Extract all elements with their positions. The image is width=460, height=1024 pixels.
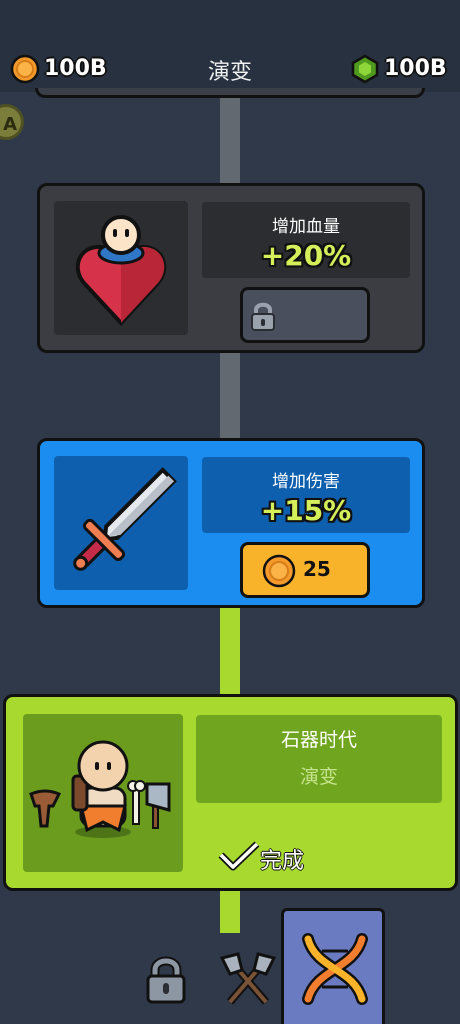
- upgrade-value: +15%: [260, 494, 352, 527]
- lock-icon: [251, 302, 275, 331]
- crossed-axes-icon: [219, 952, 277, 1005]
- locked-upgrade-button[interactable]: [240, 287, 370, 343]
- dna-icon: [302, 933, 368, 1005]
- upgrade-card-health: 增加血量 +20%: [37, 183, 425, 353]
- gem-balance: 100B: [384, 56, 447, 81]
- upgrade-info-box: 增加伤害 +15%: [202, 457, 410, 533]
- upgrade-icon-box: [54, 201, 188, 335]
- buy-upgrade-button[interactable]: 25: [240, 542, 370, 598]
- path-connector-green-2: [220, 888, 240, 933]
- completed-status: 完成: [260, 849, 305, 874]
- upgrade-icon-box: [54, 456, 188, 590]
- path-connector-gray: [220, 96, 240, 186]
- evolution-tab[interactable]: [281, 908, 385, 1024]
- coin-icon: [262, 554, 296, 588]
- upgrade-card-damage: 增加伤害 +15% 25: [37, 438, 425, 608]
- weapons-tab[interactable]: [216, 952, 280, 1008]
- evolution-info-box: 石器时代 演变: [196, 715, 442, 803]
- caveman-icon: [29, 740, 171, 838]
- upgrade-info-box: 增加血量 +20%: [202, 202, 410, 278]
- upgrade-label: 增加伤害: [272, 472, 340, 492]
- sword-icon: [73, 467, 177, 571]
- path-connector-green: [220, 605, 240, 697]
- evolution-card-stone-age: 石器时代 演变 完成: [3, 694, 458, 891]
- lock-icon: [146, 956, 186, 1004]
- heart-character-icon: [75, 215, 167, 326]
- path-connector-gray-2: [220, 350, 240, 442]
- locked-tab[interactable]: [140, 950, 192, 1010]
- previous-card-edge: [35, 88, 425, 98]
- upgrade-value: +20%: [260, 239, 352, 272]
- gem-icon: [351, 54, 379, 84]
- evolution-label: 石器时代: [280, 729, 357, 751]
- evolution-icon-box: [23, 714, 183, 872]
- checkmark-icon: [218, 841, 260, 871]
- side-badge[interactable]: A: [0, 104, 24, 140]
- upgrade-label: 增加血量: [272, 217, 340, 237]
- upgrade-cost: 25: [303, 557, 331, 581]
- evolution-sub-label: 演变: [299, 766, 338, 788]
